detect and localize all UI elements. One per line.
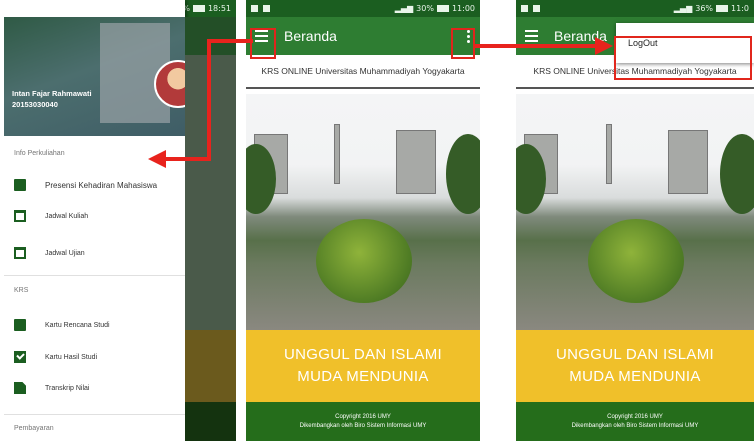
drawer-item-label: Kartu Rencana Studi (45, 321, 110, 329)
signal-icon: ▂▄▆ (394, 4, 414, 13)
screenshot-canvas: ▂▄▆ 31% 18:51 Intan Fajar Rahmawati 2015… (0, 0, 754, 441)
battery-percent: 36% (695, 4, 714, 13)
battery-icon (716, 5, 729, 12)
battery-icon (436, 5, 449, 12)
slogan-banner: UNGGUL DAN ISLAMI MUDA MENDUNIA (516, 330, 754, 402)
notification-icon (263, 5, 270, 12)
battery-percent: 30% (416, 4, 434, 13)
highlight-hamburger (250, 28, 276, 59)
minaret (606, 124, 612, 184)
status-bar: ▂▄▆ 36% 11:0 (516, 0, 754, 17)
badge-icon (14, 179, 26, 191)
battery-icon (192, 5, 205, 12)
footer: Copyright 2016 UMY Dikembangkan oleh Bir… (246, 402, 480, 441)
drawer-item-transkrip[interactable]: Transkrip Nilai (4, 376, 185, 400)
developer-text: Dikembangkan oleh Biro Sistem Informasi … (299, 422, 427, 429)
section-header-payment: Pembayaran (14, 425, 54, 432)
document-icon (14, 382, 26, 394)
developer-text: Dikembangkan oleh Biro Sistem Informasi … (571, 422, 699, 429)
highlight-overflow (451, 28, 475, 59)
drawer-item-jadwal-ujian[interactable]: Jadwal Ujian (4, 241, 185, 265)
arrow-right-icon (595, 37, 613, 55)
notification-icon (521, 5, 528, 12)
minaret (334, 124, 340, 184)
calendar-icon (14, 210, 26, 222)
highlight-logout (614, 36, 752, 80)
slogan-line-2: MUDA MENDUNIA (297, 368, 429, 385)
arrow-line (207, 39, 211, 161)
building-wing (396, 130, 436, 194)
subheader-text: KRS ONLINE Universitas Muhammadiyah Yogy… (246, 55, 480, 89)
user-info: Intan Fajar Rahmawati 20153030040 (12, 88, 92, 110)
footer: Copyright 2016 UMY Dikembangkan oleh Bir… (516, 402, 754, 441)
page-title: Beranda (284, 28, 337, 44)
building-wing (668, 130, 708, 194)
drawer-item-label: Kartu Hasil Studi (45, 353, 98, 361)
arrow-line (475, 44, 597, 48)
status-time: 11:00 (451, 4, 475, 13)
divider (4, 414, 185, 415)
slogan-line-1: UNGGUL DAN ISLAMI (556, 346, 714, 363)
tree (720, 134, 754, 214)
slogan-line-2: MUDA MENDUNIA (569, 368, 701, 385)
user-name: Intan Fajar Rahmawati (12, 89, 92, 98)
navigation-drawer: Intan Fajar Rahmawati 20153030040 Info P… (4, 0, 202, 441)
signal-icon: ▂▄▆ (673, 4, 693, 13)
section-header-info: Info Perkuliahan (14, 150, 65, 157)
check-icon (14, 351, 26, 363)
status-time: 18:51 (207, 4, 231, 13)
calendar-icon (14, 247, 26, 259)
dimmed-footer (185, 402, 236, 441)
bush (588, 219, 684, 303)
user-id: 20153030040 (12, 100, 58, 109)
tree (446, 134, 480, 214)
app-bar: Beranda (246, 17, 480, 55)
bush (316, 219, 412, 303)
drawer-item-khs[interactable]: Kartu Hasil Studi (4, 345, 185, 369)
drawer-item-label: Jadwal Kuliah (45, 212, 89, 220)
phone-screen-drawer: ▂▄▆ 31% 18:51 Intan Fajar Rahmawati 2015… (4, 0, 236, 441)
arrow-left-icon (148, 150, 166, 168)
hamburger-menu-icon[interactable] (516, 17, 546, 55)
notification-icon (533, 5, 540, 12)
campus-photo (516, 94, 754, 330)
section-header-krs: KRS (14, 287, 29, 294)
divider (4, 275, 185, 276)
dimmed-banner (185, 330, 236, 402)
drawer-item-krs[interactable]: Kartu Rencana Studi (4, 313, 185, 337)
slogan-line-1: UNGGUL DAN ISLAMI (284, 346, 442, 363)
copyright-text: Copyright 2016 UMY (607, 413, 663, 420)
drawer-item-jadwal-kuliah[interactable]: Jadwal Kuliah (4, 204, 185, 228)
campus-photo (246, 94, 480, 330)
drawer-item-presensi[interactable]: Presensi Kehadiran Mahasiswa (4, 173, 185, 197)
status-bar: ▂▄▆ 30% 11:00 (246, 0, 480, 17)
arrow-line (165, 157, 211, 161)
status-time: 11:0 (731, 4, 749, 13)
arrow-line (207, 39, 253, 43)
phone-screen-home: ▂▄▆ 30% 11:00 Beranda KRS ONLINE Univers… (246, 0, 480, 441)
drawer-item-label: Transkrip Nilai (45, 384, 90, 392)
notification-icon (251, 5, 258, 12)
drawer-item-label: Jadwal Ujian (45, 249, 85, 257)
drawer-item-label: Presensi Kehadiran Mahasiswa (45, 180, 158, 190)
slogan-banner: UNGGUL DAN ISLAMI MUDA MENDUNIA (246, 330, 480, 402)
clipboard-icon (14, 319, 26, 331)
copyright-text: Copyright 2016 UMY (335, 413, 391, 420)
